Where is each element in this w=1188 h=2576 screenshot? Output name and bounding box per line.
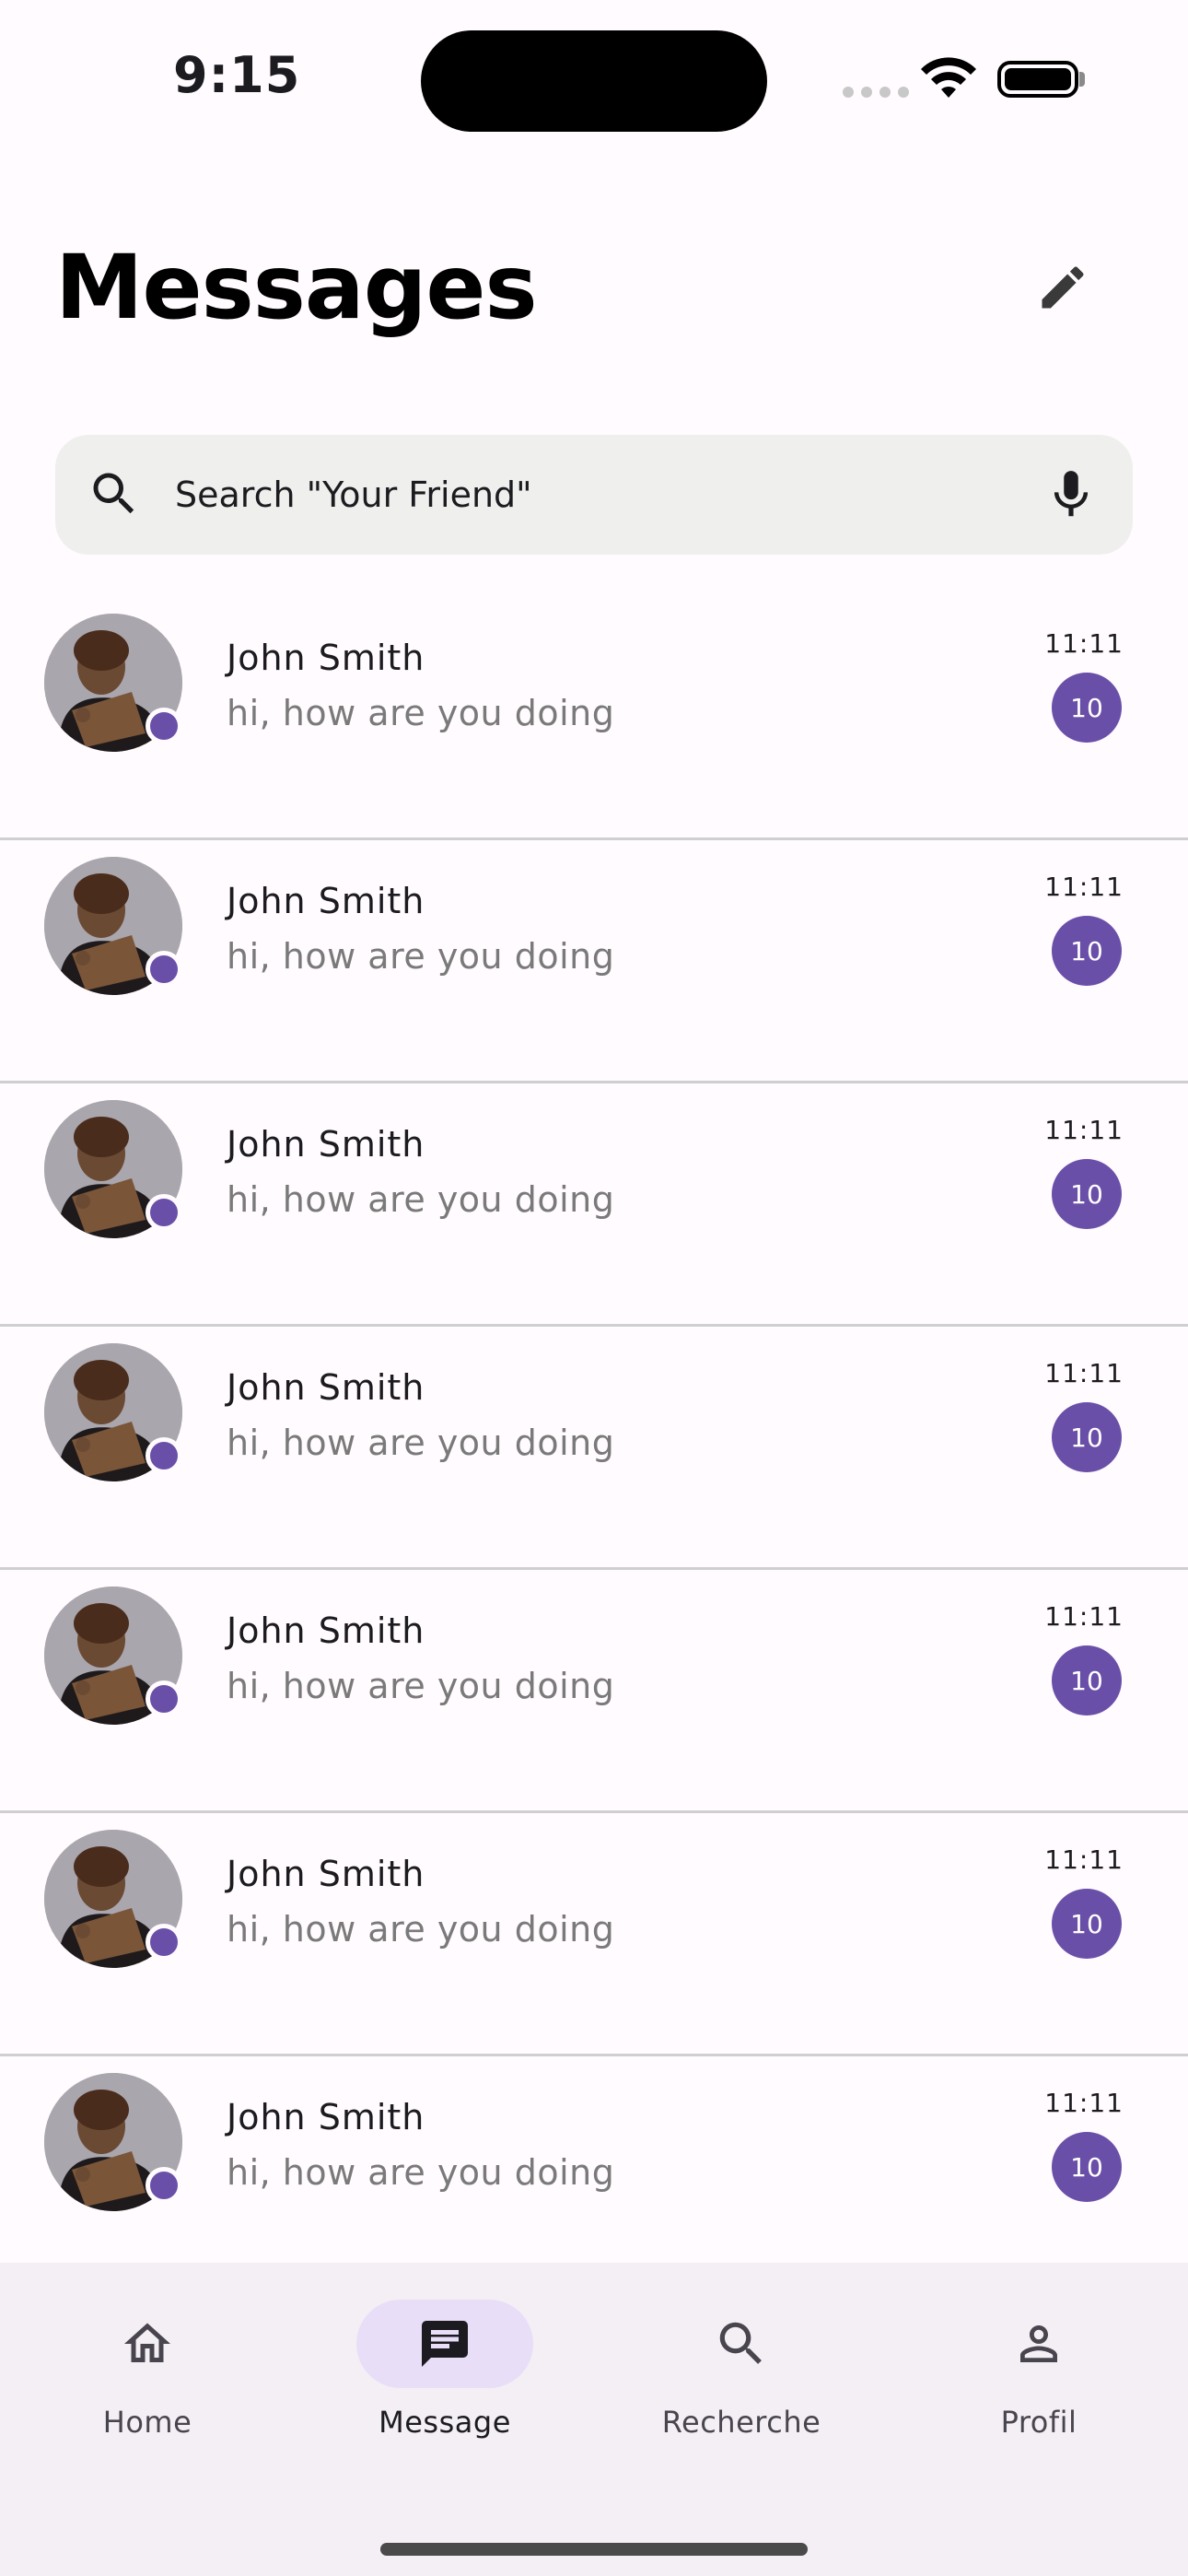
battery-icon — [997, 61, 1078, 98]
message-time: 11:11 — [1044, 1115, 1124, 1145]
nav-pill — [59, 2300, 236, 2388]
message-time: 11:11 — [1044, 1844, 1124, 1875]
message-time: 11:11 — [1044, 1601, 1124, 1632]
home-indicator[interactable] — [380, 2543, 808, 2556]
last-message: hi, how are you doing — [227, 1179, 615, 1220]
nav-item-recherche[interactable]: Recherche — [635, 2300, 847, 2456]
search-input[interactable] — [175, 435, 1004, 555]
page-title: Messages — [55, 236, 538, 339]
contact-name: John Smith — [227, 638, 425, 678]
online-indicator — [146, 1924, 182, 1961]
cellular-signal-icon — [843, 87, 909, 98]
nav-label: Home — [102, 2405, 192, 2440]
conversation-item[interactable]: John Smith hi, how are you doing 11:11 1… — [0, 1327, 1188, 1570]
contact-name: John Smith — [227, 1854, 425, 1894]
nav-label: Message — [379, 2405, 511, 2440]
last-message: hi, how are you doing — [227, 2152, 615, 2193]
unread-badge: 10 — [1052, 1645, 1122, 1715]
conversation-list: John Smith hi, how are you doing 11:11 1… — [0, 597, 1188, 2300]
contact-name: John Smith — [227, 1124, 425, 1165]
search-bar[interactable] — [55, 435, 1133, 555]
microphone-icon — [1054, 471, 1089, 517]
unread-badge: 10 — [1052, 1159, 1122, 1229]
nav-label: Recherche — [661, 2405, 821, 2440]
online-indicator — [146, 708, 182, 744]
nav-item-home[interactable]: Home — [41, 2300, 253, 2456]
online-indicator — [146, 1194, 182, 1231]
contact-name: John Smith — [227, 2097, 425, 2137]
unread-badge: 10 — [1052, 1889, 1122, 1959]
nav-label: Profil — [1000, 2405, 1077, 2440]
compose-button[interactable] — [1022, 247, 1103, 328]
conversation-item[interactable]: John Smith hi, how are you doing 11:11 1… — [0, 597, 1188, 840]
contact-name: John Smith — [227, 881, 425, 921]
online-indicator — [146, 1437, 182, 1474]
online-indicator — [146, 2167, 182, 2204]
last-message: hi, how are you doing — [227, 1909, 615, 1950]
unread-badge: 10 — [1052, 2132, 1122, 2202]
search-icon — [93, 473, 134, 514]
contact-name: John Smith — [227, 1367, 425, 1408]
message-time: 11:11 — [1044, 1358, 1124, 1388]
message-time: 11:11 — [1044, 628, 1124, 659]
profile-icon — [1020, 2325, 1057, 2362]
last-message: hi, how are you doing — [227, 693, 615, 733]
conversation-item[interactable]: John Smith hi, how are you doing 11:11 1… — [0, 1083, 1188, 1327]
unread-badge: 10 — [1052, 1402, 1122, 1472]
message-time: 11:11 — [1044, 872, 1124, 902]
search-icon — [719, 2322, 762, 2364]
message-icon — [422, 2321, 468, 2367]
nav-pill — [950, 2300, 1127, 2388]
contact-name: John Smith — [227, 1610, 425, 1651]
dynamic-island — [421, 30, 767, 132]
conversation-item[interactable]: John Smith hi, how are you doing 11:11 1… — [0, 1813, 1188, 2056]
unread-badge: 10 — [1052, 916, 1122, 986]
home-icon — [124, 2323, 170, 2362]
nav-item-message[interactable]: Message — [339, 2300, 551, 2456]
last-message: hi, how are you doing — [227, 1423, 615, 1463]
online-indicator — [146, 1680, 182, 1717]
conversation-item[interactable]: John Smith hi, how are you doing 11:11 1… — [0, 840, 1188, 1083]
online-indicator — [146, 951, 182, 988]
last-message: hi, how are you doing — [227, 936, 615, 977]
last-message: hi, how are you doing — [227, 1666, 615, 1706]
wifi-icon — [921, 57, 976, 98]
bottom-navigation: Home Message Recherche Profil — [0, 2263, 1188, 2576]
unread-badge: 10 — [1052, 673, 1122, 743]
conversation-item[interactable]: John Smith hi, how are you doing 11:11 1… — [0, 1570, 1188, 1813]
status-bar: 9:15 — [0, 0, 1188, 157]
nav-pill — [653, 2300, 830, 2388]
status-time: 9:15 — [173, 46, 301, 104]
pencil-icon — [1042, 266, 1084, 309]
nav-pill-active — [356, 2300, 533, 2388]
voice-search-button[interactable] — [1041, 464, 1101, 525]
message-time: 11:11 — [1044, 2088, 1124, 2118]
nav-item-profil[interactable]: Profil — [933, 2300, 1145, 2456]
battery-tip — [1079, 72, 1085, 87]
